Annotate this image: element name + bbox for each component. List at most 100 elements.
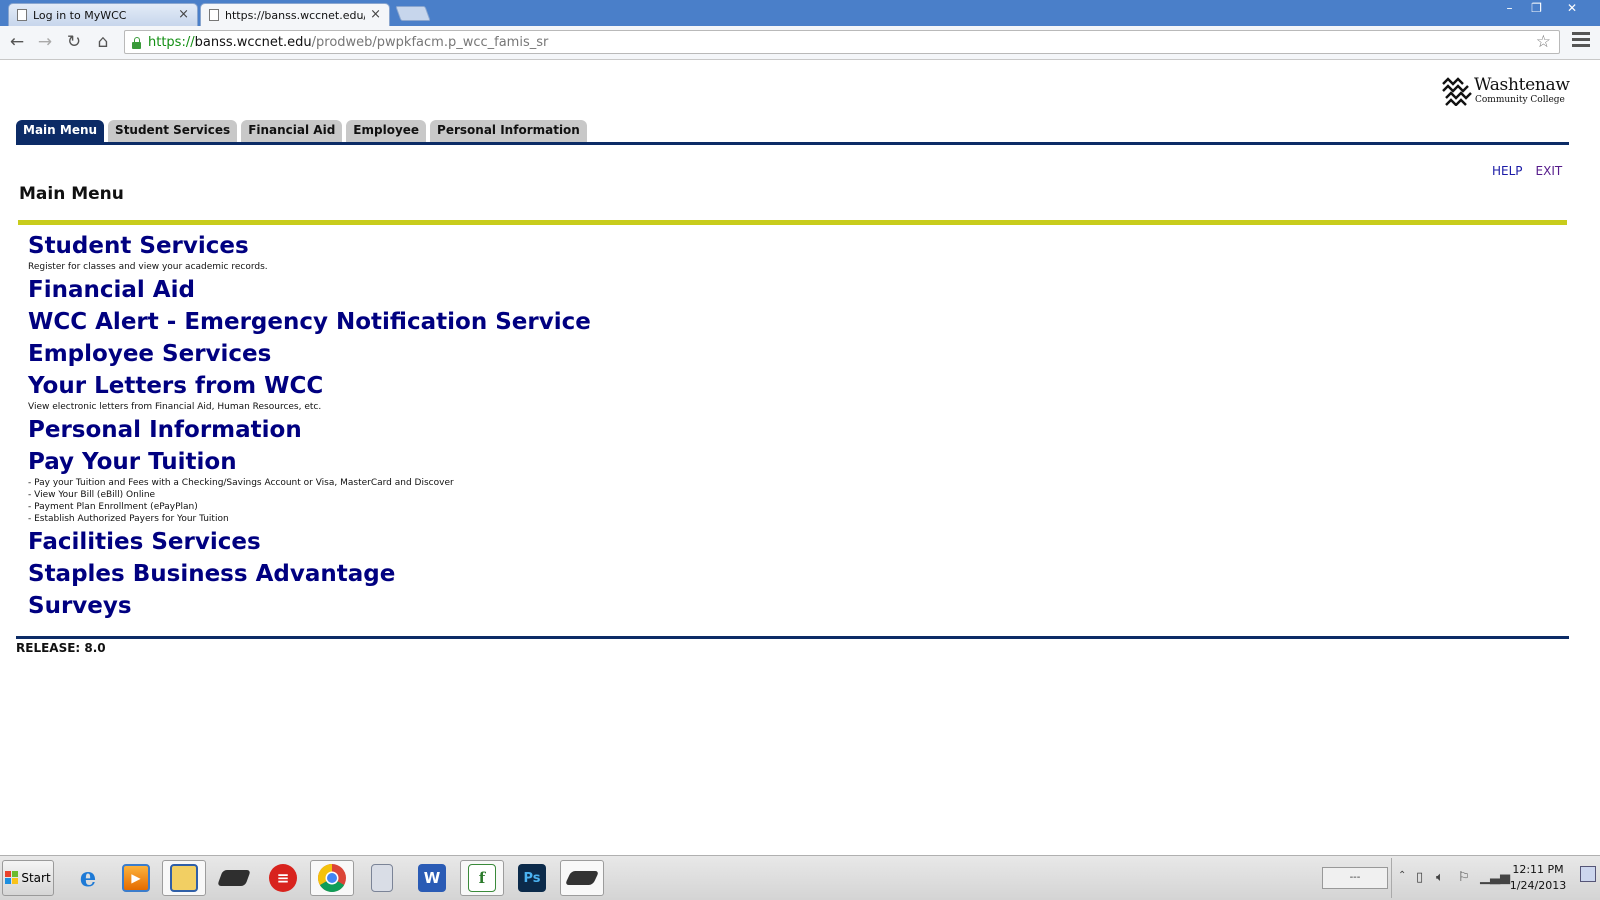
taskbar-file-explorer[interactable] — [162, 860, 206, 896]
forward-arrow-icon[interactable]: → — [34, 31, 56, 53]
show-desktop-button[interactable] — [1580, 866, 1596, 882]
home-icon[interactable]: ⌂ — [92, 31, 114, 53]
windows-logo-icon — [5, 871, 19, 885]
tab-close-icon[interactable]: × — [178, 7, 189, 22]
usb-device-icon[interactable]: ▯ — [1416, 870, 1423, 885]
release-label: RELEASE: 8.0 — [16, 641, 106, 655]
language-input-box[interactable]: --- — [1322, 867, 1388, 889]
menu-item-facilities-services: Facilities Services — [28, 527, 591, 557]
menu-item-student-services: Student Services Register for classes an… — [28, 231, 591, 273]
menu-item-description: - View Your Bill (eBill) Online — [28, 490, 156, 500]
help-link[interactable]: HELP — [1492, 164, 1523, 178]
tab-close-icon[interactable]: × — [370, 7, 381, 22]
taskbar-laptop-app[interactable] — [560, 860, 604, 896]
menu-item-description: - Establish Authorized Payers for Your T… — [28, 514, 229, 524]
url-host: banss.wccnet.edu — [194, 34, 312, 50]
menu-link[interactable]: Your Letters from WCC — [28, 371, 591, 401]
browser-menu-icon[interactable] — [1572, 32, 1590, 50]
menu-item-description: - Pay your Tuition and Fees with a Check… — [28, 478, 454, 488]
main-menu-list: Student Services Register for classes an… — [28, 231, 591, 621]
clock-time: 12:11 PM — [1512, 863, 1564, 876]
scanner-icon — [217, 870, 251, 886]
url-scheme: https:// — [148, 34, 195, 50]
taskbar-spreadsheet[interactable]: f — [460, 860, 504, 896]
photoshop-icon: Ps — [518, 864, 546, 892]
taskbar-media-player[interactable]: ▶ — [114, 860, 158, 896]
network-signal-icon[interactable]: ▁▃▅ — [1480, 870, 1510, 885]
menu-tab-bar: Main Menu Student Services Financial Aid… — [16, 120, 591, 142]
tab-title: Log in to MyWCC — [33, 8, 127, 22]
system-clock[interactable]: 12:11 PM 1/24/2013 — [1508, 862, 1568, 894]
calculator-icon — [371, 864, 393, 892]
tab-main-menu[interactable]: Main Menu — [16, 120, 105, 142]
menu-link[interactable]: Pay Your Tuition — [28, 447, 591, 477]
menu-item-employee-services: Employee Services — [28, 339, 591, 369]
menu-link[interactable]: Facilities Services — [28, 527, 591, 557]
close-window-button[interactable]: ✕ — [1550, 0, 1594, 18]
footer-divider — [16, 636, 1569, 639]
menu-link[interactable]: Surveys — [28, 591, 591, 621]
menu-item-your-letters: Your Letters from WCC View electronic le… — [28, 371, 591, 413]
menu-item-personal-information: Personal Information — [28, 415, 591, 445]
menu-item-wcc-alert: WCC Alert - Emergency Notification Servi… — [28, 307, 591, 337]
taskbar-word[interactable]: W — [410, 860, 454, 896]
taskbar-calculator[interactable] — [360, 860, 404, 896]
header-divider — [16, 142, 1569, 145]
menu-item-description: - Payment Plan Enrollment (ePayPlan) — [28, 502, 198, 512]
exit-link[interactable]: EXIT — [1536, 164, 1563, 178]
new-tab-button[interactable] — [395, 6, 431, 21]
spreadsheet-icon: f — [468, 864, 496, 892]
browser-tab-banss[interactable]: https://banss.wccnet.edu/se × — [200, 3, 390, 26]
menu-item-financial-aid: Financial Aid — [28, 275, 591, 305]
tab-student-services[interactable]: Student Services — [108, 120, 238, 142]
menu-link[interactable]: Employee Services — [28, 339, 591, 369]
lock-icon — [131, 36, 142, 49]
acrobat-icon: ≡ — [269, 864, 297, 892]
taskbar-chrome[interactable] — [310, 860, 354, 896]
taskbar-photoshop[interactable]: Ps — [510, 860, 554, 896]
volume-icon[interactable]: 🔈︎ — [1436, 870, 1444, 885]
tab-employee[interactable]: Employee — [346, 120, 427, 142]
logo-subname: Community College — [1475, 95, 1565, 105]
page-icon — [209, 9, 219, 21]
menu-link[interactable]: Staples Business Advantage — [28, 559, 591, 589]
help-links: HELP EXIT — [1492, 164, 1562, 178]
browser-toolbar: ← → ↻ ⌂ https://banss.wccnet.edu/prodweb… — [0, 26, 1600, 60]
address-bar[interactable]: https://banss.wccnet.edu/prodweb/pwpkfac… — [124, 30, 1560, 54]
menu-item-description: Register for classes and view your acade… — [28, 262, 268, 272]
taskbar-internet-explorer[interactable]: e — [66, 860, 110, 896]
washtenaw-logo: Washtenaw Community College — [1442, 74, 1572, 110]
menu-item-surveys: Surveys — [28, 591, 591, 621]
browser-tab-strip: Log in to MyWCC × https://banss.wccnet.e… — [0, 0, 1600, 26]
college-logo-icon — [1442, 77, 1472, 106]
menu-link[interactable]: Personal Information — [28, 415, 591, 445]
taskbar-scanner[interactable] — [212, 860, 256, 896]
clock-date: 1/24/2013 — [1509, 879, 1567, 892]
title-divider — [18, 220, 1567, 225]
action-center-flag-icon[interactable]: ⚐ — [1458, 870, 1470, 885]
window-controls: – ❐ ✕ — [1496, 0, 1594, 18]
bookmark-star-icon[interactable]: ☆ — [1536, 32, 1551, 52]
page-icon — [17, 9, 27, 21]
web-page: Washtenaw Community College Main Menu St… — [0, 60, 1600, 837]
browser-tab-login[interactable]: Log in to MyWCC × — [8, 3, 198, 26]
start-label: Start — [21, 871, 51, 885]
tab-title: https://banss.wccnet.edu/se — [225, 8, 365, 22]
taskbar-acrobat[interactable]: ≡ — [261, 860, 305, 896]
restore-button[interactable]: ❐ — [1523, 0, 1550, 18]
windows-taskbar: Start e ▶ ≡ W f Ps --- ⌃ ▯ 🔈︎ ⚐ ▁▃▅ 12:1… — [0, 855, 1600, 900]
word-icon: W — [418, 864, 446, 892]
tab-personal-information[interactable]: Personal Information — [430, 120, 587, 142]
show-hidden-icons-icon[interactable]: ⌃ — [1398, 870, 1406, 881]
menu-link[interactable]: Financial Aid — [28, 275, 591, 305]
reload-icon[interactable]: ↻ — [63, 31, 85, 53]
tab-financial-aid[interactable]: Financial Aid — [241, 120, 343, 142]
start-button[interactable]: Start — [2, 860, 54, 896]
menu-link[interactable]: WCC Alert - Emergency Notification Servi… — [28, 307, 591, 337]
menu-link[interactable]: Student Services — [28, 231, 591, 261]
minimize-button[interactable]: – — [1496, 0, 1523, 18]
back-arrow-icon[interactable]: ← — [6, 31, 28, 53]
laptop-icon — [564, 871, 600, 885]
page-title: Main Menu — [19, 184, 124, 204]
menu-item-pay-your-tuition: Pay Your Tuition - Pay your Tuition and … — [28, 447, 591, 525]
